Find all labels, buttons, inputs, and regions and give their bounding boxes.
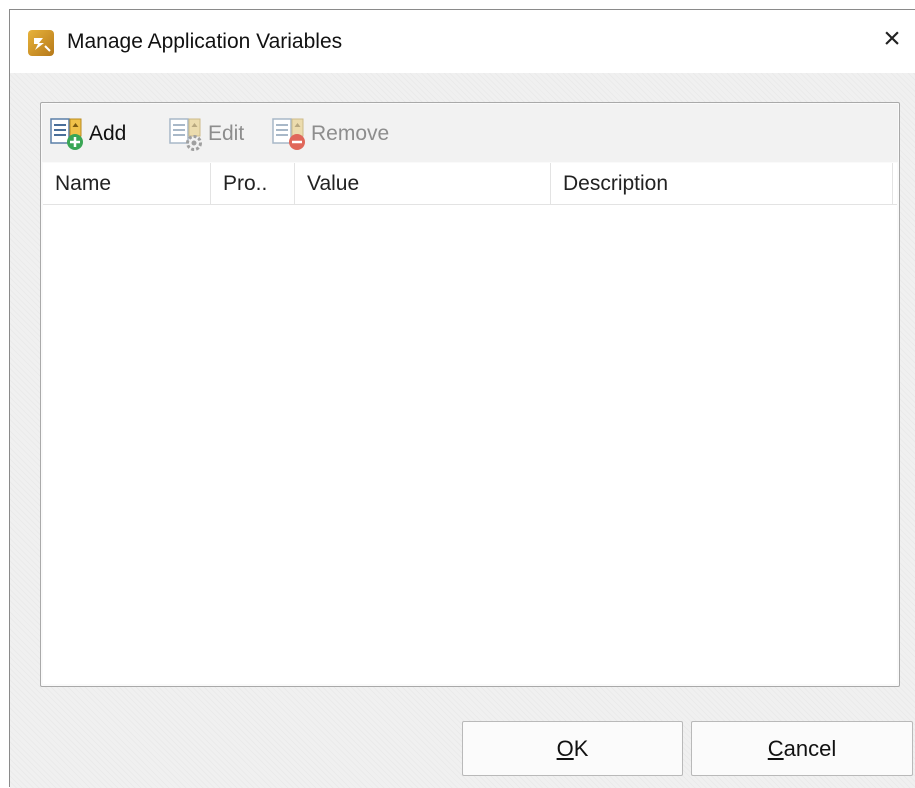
column-header-description[interactable]: Description — [551, 163, 893, 204]
window-title: Manage Application Variables — [67, 30, 343, 53]
column-header-name[interactable]: Name — [43, 163, 211, 204]
ok-accel: O — [556, 735, 574, 761]
edit-variable-icon — [169, 116, 203, 152]
app-icon — [28, 30, 54, 56]
add-label: Add — [89, 122, 127, 145]
remove-variable-icon — [272, 116, 306, 152]
remove-label: Remove — [311, 122, 390, 145]
cancel-accel: C — [767, 735, 784, 761]
dialog-window: Manage Application Variables × Add Edit … — [9, 9, 915, 788]
close-button[interactable]: × — [869, 16, 915, 62]
title-bar[interactable]: Manage Application Variables × — [10, 10, 915, 73]
add-variable-icon — [50, 116, 84, 152]
list-header: Name Pro.. Value Description — [43, 163, 897, 205]
variables-list[interactable]: Name Pro.. Value Description — [43, 163, 897, 684]
variables-panel: Add Edit Remove Name Pro.. Value Descrip… — [40, 102, 900, 687]
remove-button[interactable]: Remove — [272, 116, 389, 152]
cancel-button[interactable]: Cancel — [691, 721, 913, 776]
ok-button[interactable]: OK — [462, 721, 683, 776]
column-header-value[interactable]: Value — [295, 163, 551, 204]
variables-toolbar: Add Edit Remove — [42, 104, 898, 162]
cancel-rest: ancel — [783, 735, 837, 761]
dialog-body: Add Edit Remove Name Pro.. Value Descrip… — [10, 73, 915, 788]
close-icon[interactable]: × — [883, 22, 901, 56]
edit-label: Edit — [208, 122, 245, 145]
ok-rest: K — [573, 735, 589, 761]
add-button[interactable]: Add — [50, 116, 126, 152]
edit-button[interactable]: Edit — [169, 116, 244, 152]
column-header-properties[interactable]: Pro.. — [211, 163, 295, 204]
